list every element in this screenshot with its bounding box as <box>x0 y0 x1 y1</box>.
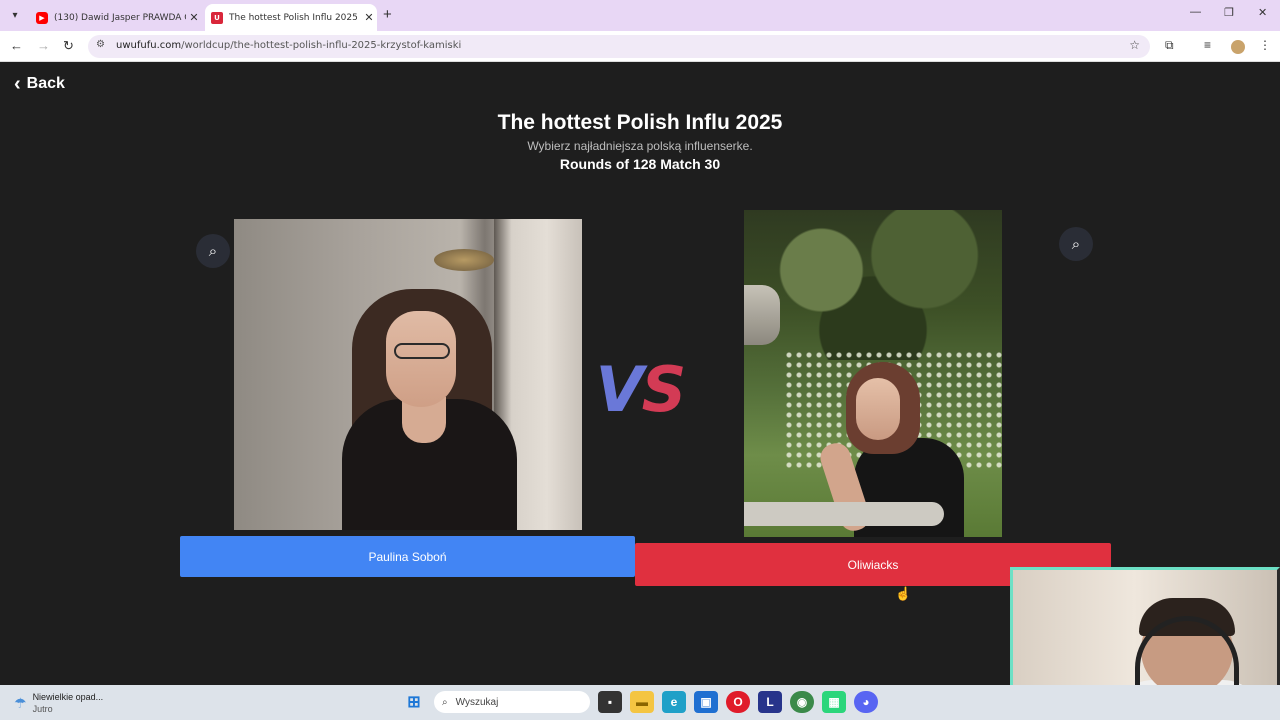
windows-start-icon[interactable]: ⊞ <box>402 691 426 713</box>
search-placeholder: Wyszukaj <box>455 696 499 708</box>
youtube-icon: ▶ <box>36 11 48 24</box>
tab-title: (130) Dawid Jasper PRAWDA O <box>54 12 186 23</box>
close-window-icon[interactable]: ✕ <box>1258 6 1267 19</box>
bookmark-star-icon[interactable]: ☆ <box>1129 38 1140 52</box>
omnibox[interactable]: ⚙ uwufufu.com/worldcup/the-hottest-polis… <box>88 35 1150 58</box>
menu-dots-icon[interactable]: ⋮ <box>1259 38 1271 52</box>
mouse-cursor-icon: ☝ <box>895 586 912 601</box>
url-text[interactable]: uwufufu.com/worldcup/the-hottest-polish-… <box>116 40 461 51</box>
page-subtitle: Wybierz najładniejsza polską influenserk… <box>527 139 753 153</box>
tab-title: The hottest Polish Influ 2025 | U <box>229 12 361 23</box>
discord-icon[interactable]: ◕ <box>854 691 878 713</box>
taskbar-search[interactable]: ⌕ Wyszukaj <box>434 691 590 713</box>
vs-label: VS <box>595 353 687 426</box>
chrome-icon[interactable]: ◉ <box>790 691 814 713</box>
right-contestant-photo[interactable] <box>744 210 1002 537</box>
new-tab-button[interactable]: + <box>383 6 392 23</box>
chevron-left-icon: ‹ <box>14 73 21 95</box>
site-settings-icon[interactable]: ⚙ <box>96 39 105 50</box>
taskbar-apps: ⊞ ⌕ Wyszukaj ▪ ▬ e ▣ O L ◉ ▦ ◕ <box>402 691 878 713</box>
profile-avatar[interactable] <box>1231 40 1245 54</box>
windows-taskbar: ☂ Niewielkie opad... Jutro ⊞ ⌕ Wyszukaj … <box>0 685 1280 720</box>
reload-icon[interactable]: ↻ <box>63 38 74 54</box>
browser-tab-bar: ▾ ▶ (130) Dawid Jasper PRAWDA O ✕ U The … <box>0 0 1280 31</box>
page-title: The hottest Polish Influ 2025 <box>497 111 783 134</box>
extensions-icon[interactable]: ⧉ <box>1165 38 1174 53</box>
address-toolbar: ← → ↻ ⚙ uwufufu.com/worldcup/the-hottest… <box>0 31 1280 62</box>
forward-arrow-icon[interactable]: → <box>37 38 50 53</box>
round-info: Rounds of 128 Match 30 <box>559 156 721 172</box>
back-button[interactable]: ‹ Back <box>14 73 65 95</box>
uwufufu-icon: U <box>211 11 223 24</box>
tab-search-chevron-icon[interactable]: ▾ <box>6 6 24 24</box>
weather-day: Jutro <box>32 704 53 714</box>
rain-cloud-icon: ☂ <box>14 694 27 711</box>
tab-uwufufu[interactable]: U The hottest Polish Influ 2025 | U ✕ <box>205 4 377 31</box>
restore-icon[interactable]: ❐ <box>1224 6 1234 19</box>
task-view-icon[interactable]: ▪ <box>598 691 622 713</box>
left-contestant-photo[interactable] <box>234 219 582 530</box>
weather-forecast: Niewielkie opad... <box>32 692 104 702</box>
back-label: Back <box>26 75 65 92</box>
back-arrow-icon[interactable]: ← <box>10 38 23 53</box>
store-icon[interactable]: ▣ <box>694 691 718 713</box>
file-explorer-icon[interactable]: ▬ <box>630 691 654 713</box>
close-tab-icon[interactable]: ✕ <box>186 11 202 24</box>
weather-widget[interactable]: ☂ Niewielkie opad... Jutro <box>14 691 103 715</box>
zoom-in-left-icon[interactable]: ⌕ <box>196 234 230 268</box>
opera-icon[interactable]: O <box>726 691 750 713</box>
android-app-icon[interactable]: ▦ <box>822 691 846 713</box>
choose-left-button[interactable]: Paulina Soboń <box>180 536 635 577</box>
zoom-in-right-icon[interactable]: ⌕ <box>1059 227 1093 261</box>
tab-youtube[interactable]: ▶ (130) Dawid Jasper PRAWDA O ✕ <box>30 4 202 31</box>
l-app-icon[interactable]: L <box>758 691 782 713</box>
edge-icon[interactable]: e <box>662 691 686 713</box>
search-icon: ⌕ <box>442 696 448 708</box>
minimize-icon[interactable]: — <box>1190 6 1201 18</box>
close-tab-icon[interactable]: ✕ <box>361 11 377 24</box>
media-icon[interactable]: ≡ <box>1204 38 1211 52</box>
